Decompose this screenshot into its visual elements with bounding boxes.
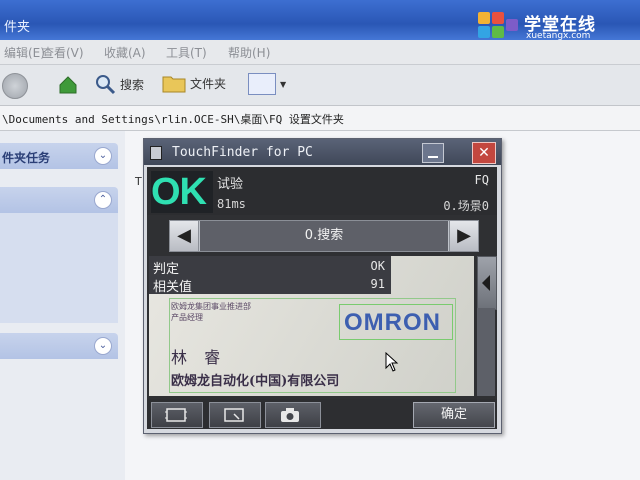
explorer-title: 件夹 <box>4 20 31 35</box>
up-folder-button[interactable] <box>56 73 80 97</box>
zoom-frame-icon <box>224 408 244 422</box>
expand-chevron-icon[interactable]: ⌄ <box>94 337 112 355</box>
explorer-toolbar: 搜索 文件夹 ▼ <box>0 65 640 106</box>
folder-tasks-title: 件夹任务 <box>2 151 51 165</box>
xuetangx-logo: 学堂在线 xuetangx.com <box>478 6 628 42</box>
capture-button[interactable] <box>265 402 321 428</box>
status-panel: OK 试验 81ms FQ 0.场景0 <box>147 167 497 215</box>
other-places-body <box>0 213 118 323</box>
side-panel-strip <box>477 308 495 396</box>
result-key: 相关值 <box>153 280 193 295</box>
views-grid-icon <box>248 73 276 95</box>
touchfinder-body: OK 试验 81ms FQ 0.场景0 ◀ 0.搜索 ▶ 欧姆龙集团事业推进部 … <box>147 167 497 429</box>
menu-favorites[interactable]: 收藏(A) <box>104 44 146 61</box>
close-icon: ✕ <box>478 145 490 161</box>
menu-help[interactable]: 帮助(H) <box>228 44 270 61</box>
file-name-fragment: T <box>135 175 142 188</box>
processing-time: 81ms <box>217 197 246 211</box>
menu-edit[interactable]: 编辑(E) <box>4 44 45 61</box>
result-overlay: 判定 OK 相关值 91 <box>149 256 391 295</box>
folder-icon <box>162 76 186 93</box>
forward-button[interactable] <box>2 73 28 99</box>
inspection-item-nav: ◀ 0.搜索 ▶ <box>169 220 479 252</box>
result-row: 相关值 91 <box>149 275 391 295</box>
scene-name: 0.场景0 <box>443 199 489 213</box>
inspection-item-label[interactable]: 0.搜索 <box>200 221 448 251</box>
bottom-toolbar: 确定 <box>147 399 497 429</box>
address-path: \Documents and Settings\rlin.OCE-SH\桌面\F… <box>2 113 344 126</box>
left-triangle-icon: ◀ <box>177 225 191 246</box>
collapse-chevron-icon[interactable]: ⌃ <box>94 191 112 209</box>
next-item-button[interactable]: ▶ <box>449 221 478 251</box>
task-pane: 件夹任务 ⌄ ⌃ ⌄ <box>0 131 125 480</box>
fit-frame-icon <box>165 408 187 422</box>
forward-arrow-icon <box>2 73 28 99</box>
model-region-frame: OMRON <box>339 304 453 340</box>
touchfinder-title-bar[interactable]: TouchFinder for PC ✕ <box>144 139 501 165</box>
search-icon <box>96 75 116 95</box>
judgement-badge: OK <box>151 171 213 213</box>
app-icon <box>150 146 162 160</box>
omron-logo: OMRON <box>344 309 441 336</box>
result-value: OK <box>370 259 385 273</box>
sensor-model: FQ <box>474 173 489 187</box>
folder-tasks-header[interactable]: 件夹任务 ⌄ <box>0 143 118 169</box>
up-arrow-icon <box>59 76 77 94</box>
logo-squares-icon <box>478 12 518 42</box>
result-row: 判定 OK <box>149 257 391 277</box>
camera-icon <box>281 408 299 422</box>
mouse-pointer-icon <box>385 352 399 372</box>
menu-tools[interactable]: 工具(T) <box>166 44 207 61</box>
details-header[interactable]: ⌄ <box>0 333 118 359</box>
fit-view-button[interactable] <box>151 402 203 428</box>
zoom-region-button[interactable] <box>209 402 261 428</box>
menu-view[interactable]: 查看(V) <box>42 44 84 61</box>
minimize-button[interactable] <box>422 143 444 163</box>
search-label: 搜索 <box>120 77 145 92</box>
address-bar[interactable]: \Documents and Settings\rlin.OCE-SH\桌面\F… <box>0 106 640 131</box>
chevron-down-icon: ▼ <box>280 79 287 89</box>
touchfinder-title: TouchFinder for PC <box>172 145 313 160</box>
confirm-button[interactable]: 确定 <box>413 402 495 428</box>
explorer-title-bar: 件夹 学堂在线 xuetangx.com <box>0 0 640 42</box>
collapse-chevron-icon[interactable]: ⌄ <box>94 147 112 165</box>
touchfinder-window: TouchFinder for PC ✕ OK 试验 81ms FQ 0.场景0… <box>143 138 502 434</box>
close-button[interactable]: ✕ <box>472 142 496 164</box>
views-button[interactable]: ▼ <box>248 73 286 95</box>
folders-label: 文件夹 <box>190 76 227 91</box>
result-value: 91 <box>370 277 385 291</box>
prev-item-button[interactable]: ◀ <box>170 221 199 251</box>
right-triangle-icon: ▶ <box>457 225 471 246</box>
side-panel-toggle[interactable] <box>477 256 497 310</box>
folders-button[interactable]: 文件夹 <box>162 73 226 93</box>
other-places-header[interactable]: ⌃ <box>0 187 118 213</box>
scene-label: 试验 <box>217 177 244 192</box>
menu-bar: 编辑(E) 查看(V) 收藏(A) 工具(T) 帮助(H) <box>0 40 640 65</box>
search-button[interactable]: 搜索 <box>94 73 144 95</box>
